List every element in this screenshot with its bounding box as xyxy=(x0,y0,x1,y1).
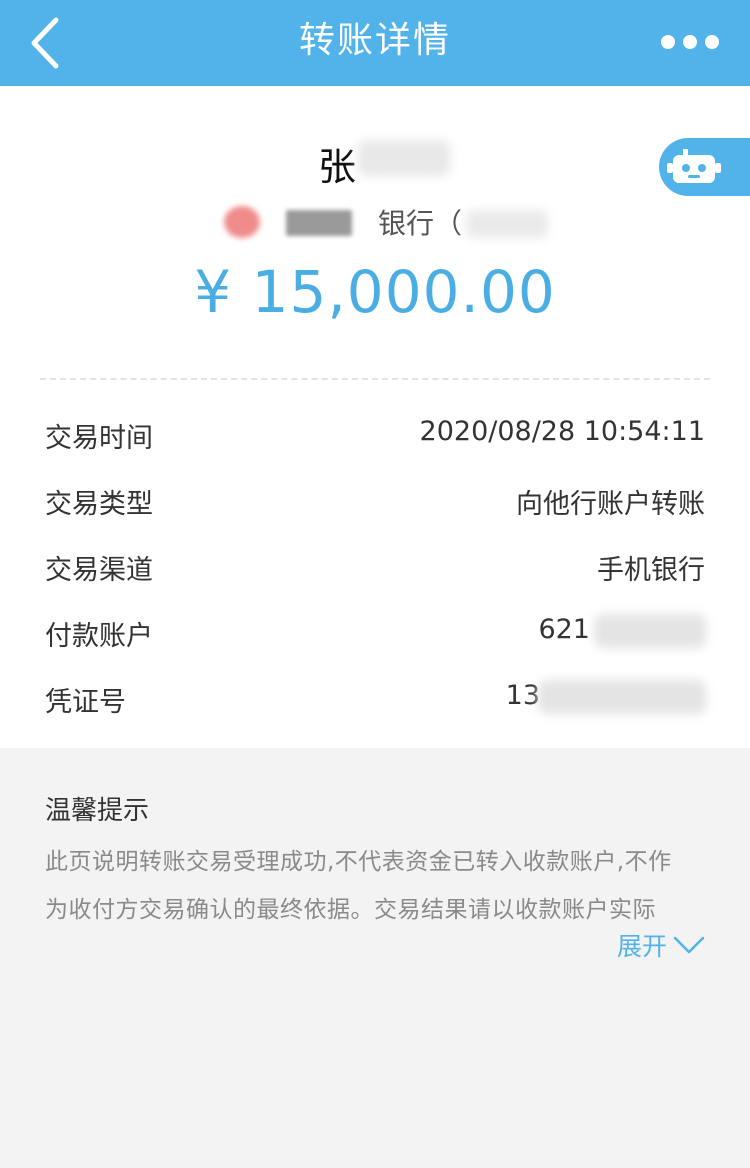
redacted-voucher xyxy=(538,680,706,714)
expand-label: 展开 xyxy=(616,932,667,961)
type-value: 向他行账户转账 xyxy=(516,489,705,520)
time-value: 2020/08/28 10:54:11 xyxy=(419,416,705,447)
redacted-account xyxy=(594,614,706,648)
voucher-value: 13 xyxy=(505,680,540,711)
redacted-bank-account xyxy=(466,210,548,238)
account-label: 付款账户 xyxy=(45,621,153,652)
redacted-payee-name xyxy=(358,140,450,176)
payee-bank: 银行（ xyxy=(378,207,463,240)
more-button[interactable] xyxy=(658,28,722,56)
robot-icon xyxy=(667,149,721,183)
assistant-button[interactable] xyxy=(659,138,750,196)
dashed-divider xyxy=(40,378,710,380)
more-dots-icon xyxy=(661,35,719,49)
payee-name: 张 xyxy=(318,145,357,189)
bank-logo xyxy=(224,206,260,238)
channel-value: 手机银行 xyxy=(597,555,705,586)
expand-button[interactable]: 展开 xyxy=(617,928,705,962)
time-label: 交易时间 xyxy=(45,423,153,454)
type-label: 交易类型 xyxy=(45,489,153,520)
channel-label: 交易渠道 xyxy=(45,555,153,586)
tips-line-2: 为收付方交易确认的最终依据。交易结果请以收款账户实际 xyxy=(45,897,656,923)
transfer-amount: ¥ 15,000.00 xyxy=(194,258,556,326)
account-value: 621 xyxy=(538,614,590,645)
redacted-bank-name xyxy=(286,210,352,236)
page-title: 转账详情 xyxy=(298,20,451,61)
tips-title: 温馨提示 xyxy=(45,796,150,826)
chevron-down-icon xyxy=(673,936,705,954)
voucher-label: 凭证号 xyxy=(45,687,126,718)
tips-line-1: 此页说明转账交易受理成功,不代表资金已转入收款账户,不作 xyxy=(45,849,672,875)
top-bar: 转账详情 xyxy=(0,0,750,86)
